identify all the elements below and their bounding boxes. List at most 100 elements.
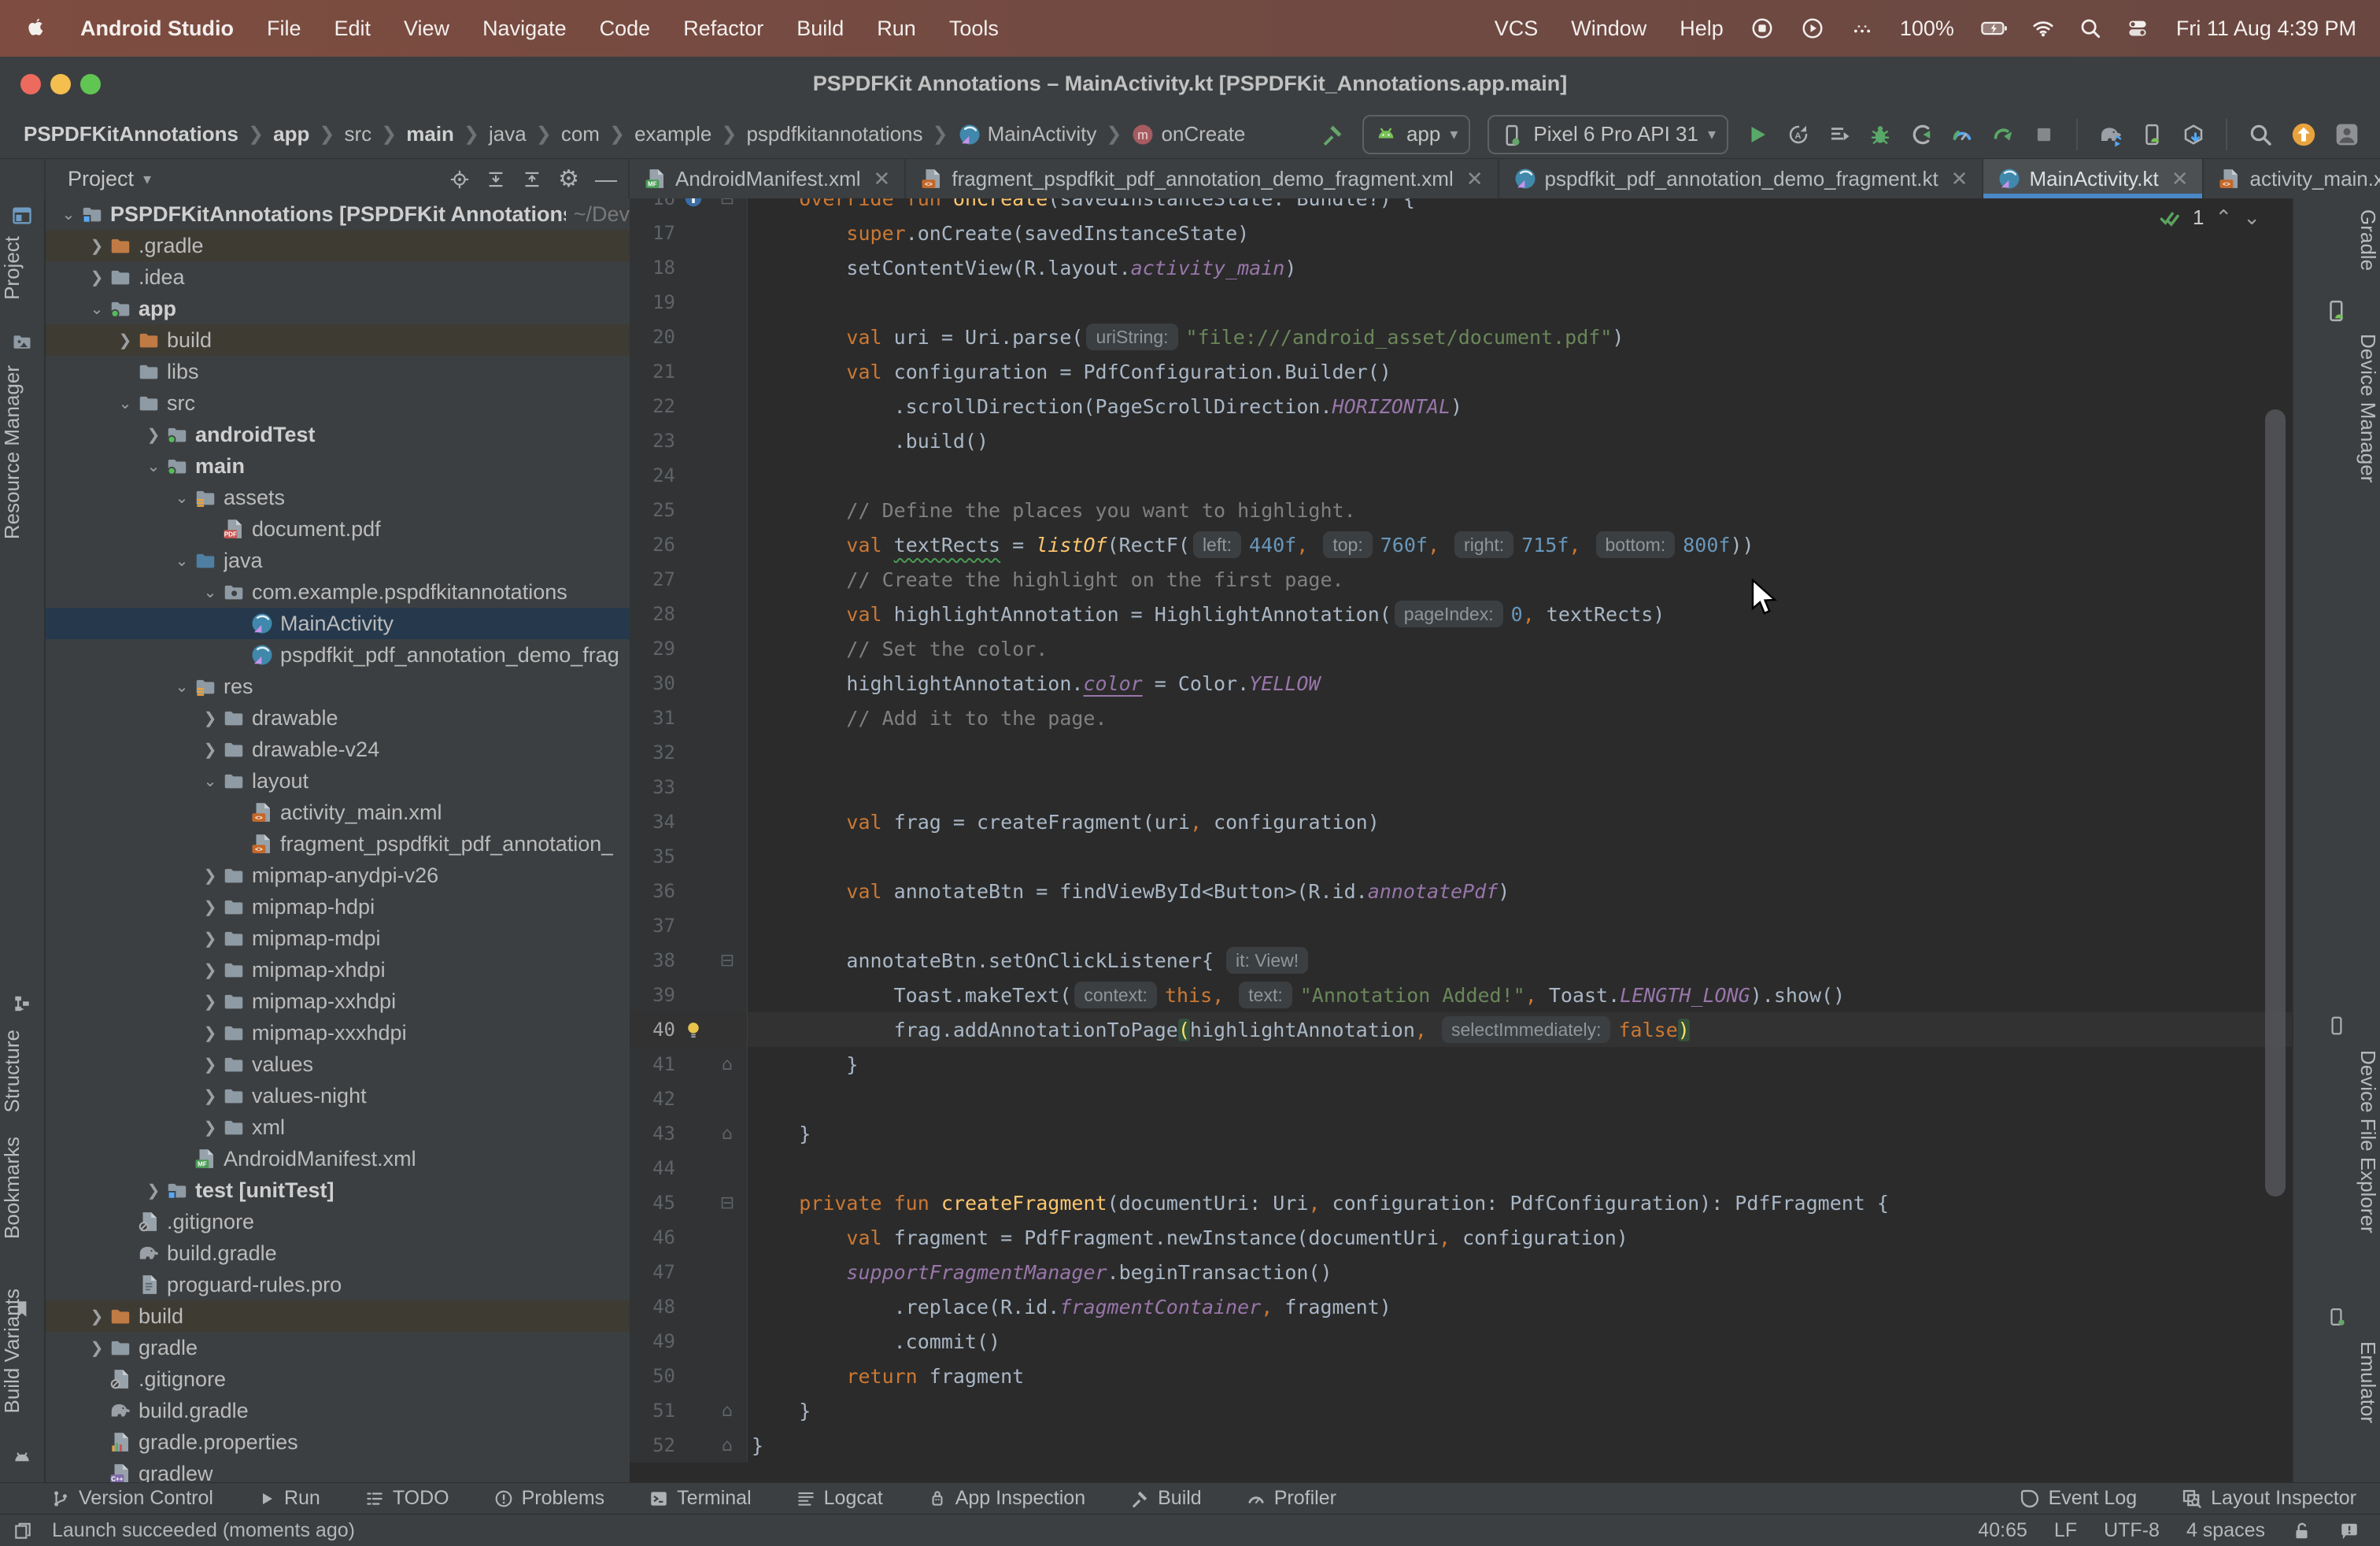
code-line-29[interactable]: 29 // Set the color. bbox=[630, 631, 2292, 666]
gutter-marker[interactable] bbox=[675, 1019, 711, 1040]
tree-item-res[interactable]: ⌄res bbox=[46, 671, 630, 702]
tree-collapsed-arrow[interactable]: ❯ bbox=[85, 1307, 109, 1326]
code-line-27[interactable]: 27 // Create the highlight on the first … bbox=[630, 562, 2292, 597]
toolbar-run-play-button[interactable] bbox=[1746, 123, 1769, 146]
tree-item-mainactivity[interactable]: MainActivity bbox=[46, 608, 630, 639]
editor-gutter[interactable]: 27 bbox=[630, 562, 748, 597]
tree-item-java[interactable]: ⌄java bbox=[46, 545, 630, 576]
editor-gutter[interactable]: 16⊟ bbox=[630, 198, 748, 216]
chevron-down-icon[interactable]: ▾ bbox=[143, 169, 151, 189]
stripe-emulator[interactable] bbox=[2293, 1307, 2380, 1327]
editor-gutter[interactable]: 32 bbox=[630, 735, 748, 770]
editor-gutter[interactable]: 46 bbox=[630, 1220, 748, 1255]
toolbar-stop-button[interactable] bbox=[2032, 123, 2056, 146]
tree-collapsed-arrow[interactable]: ❯ bbox=[198, 740, 222, 760]
tool-window-button-problems[interactable]: Problems bbox=[493, 1487, 605, 1510]
editor-gutter[interactable]: 41⌂ bbox=[630, 1047, 748, 1082]
editor-gutter[interactable]: 22 bbox=[630, 389, 748, 423]
fold-marker[interactable]: ⌂ bbox=[711, 1055, 743, 1074]
close-icon[interactable]: ✕ bbox=[874, 167, 891, 191]
stripe-structure[interactable] bbox=[0, 993, 44, 1014]
editor-gutter[interactable]: 29 bbox=[630, 631, 748, 666]
tree-collapsed-arrow[interactable]: ❯ bbox=[85, 236, 109, 256]
tree-item-.gitignore[interactable]: .gitignore bbox=[46, 1363, 630, 1395]
toolbar-avatar-button[interactable] bbox=[2334, 122, 2360, 147]
editor-gutter[interactable]: 26 bbox=[630, 527, 748, 562]
prev-problem-button[interactable]: ⌃ bbox=[2215, 205, 2232, 230]
editor-gutter[interactable]: 18 bbox=[630, 250, 748, 285]
tree-collapsed-arrow[interactable]: ❯ bbox=[198, 1023, 222, 1043]
toolbar-profiler-gauge-button[interactable] bbox=[1950, 123, 1974, 146]
tree-item-pspdfkit-pdf-annotation-demo-frag[interactable]: pspdfkit_pdf_annotation_demo_frag bbox=[46, 639, 630, 671]
tool-window-button-app-inspection[interactable]: App Inspection bbox=[927, 1487, 1085, 1510]
line-separator[interactable]: LF bbox=[2054, 1519, 2077, 1542]
tool-window-button-version-control[interactable]: Version Control bbox=[50, 1487, 213, 1510]
next-problem-button[interactable]: ⌄ bbox=[2243, 205, 2260, 230]
tree-item-fragment-pspdfkit-pdf-annotation-[interactable]: <>fragment_pspdfkit_pdf_annotation_ bbox=[46, 828, 630, 860]
code-line-31[interactable]: 31 // Add it to the page. bbox=[630, 701, 2292, 735]
close-icon[interactable]: ✕ bbox=[2171, 167, 2189, 191]
tool-window-button-logcat[interactable]: Logcat bbox=[796, 1487, 883, 1510]
tree-item-test-unittest-[interactable]: ❯test [unitTest] bbox=[46, 1174, 630, 1206]
tree-item-values-night[interactable]: ❯values-night bbox=[46, 1080, 630, 1111]
menu-help[interactable]: Help bbox=[1680, 17, 1724, 41]
toolbar-apply-changes-button[interactable] bbox=[1828, 123, 1851, 146]
device-selector[interactable]: Pixel 6 Pro API 31 ▾ bbox=[1488, 115, 1728, 154]
breadcrumb-pspdfkitannotations[interactable]: PSPDFKitAnnotations bbox=[24, 122, 238, 146]
editor-gutter[interactable]: 45⊟ bbox=[630, 1185, 748, 1220]
tree-item-mipmap-xhdpi[interactable]: ❯mipmap-xhdpi bbox=[46, 954, 630, 986]
editor-gutter[interactable]: 20 bbox=[630, 320, 748, 354]
tree-collapsed-arrow[interactable]: ❯ bbox=[113, 331, 137, 350]
tree-collapsed-arrow[interactable]: ❯ bbox=[198, 866, 222, 886]
tree-expanded-arrow[interactable]: ⌄ bbox=[57, 205, 80, 224]
code-line-46[interactable]: 46 val fragment = PdfFragment.newInstanc… bbox=[630, 1220, 2292, 1255]
caret-position[interactable]: 40:65 bbox=[1978, 1519, 2027, 1542]
tree-item-gradlew[interactable]: C++gradlew bbox=[46, 1458, 630, 1482]
code-line-23[interactable]: 23 .build() bbox=[630, 423, 2292, 458]
editor-gutter[interactable]: 24 bbox=[630, 458, 748, 493]
tree-collapsed-arrow[interactable]: ❯ bbox=[85, 1338, 109, 1358]
tool-window-button-gradle[interactable]: Gradle bbox=[2293, 209, 2380, 271]
tree-collapsed-arrow[interactable]: ❯ bbox=[198, 992, 222, 1012]
tree-item-pspdfkitannotations-pspdfkit-annotations-[interactable]: ⌄PSPDFKitAnnotations [PSPDFKit Annotatio… bbox=[46, 198, 630, 230]
tree-collapsed-arrow[interactable]: ❯ bbox=[198, 897, 222, 917]
code-line-19[interactable]: 19 bbox=[630, 285, 2292, 320]
tree-collapsed-arrow[interactable]: ❯ bbox=[142, 425, 165, 445]
tool-window-button-event-log[interactable]: Event Log bbox=[2019, 1487, 2138, 1510]
code-line-21[interactable]: 21 val configuration = PdfConfiguration.… bbox=[630, 354, 2292, 389]
editor-gutter[interactable]: 35 bbox=[630, 839, 748, 874]
tree-collapsed-arrow[interactable]: ❯ bbox=[198, 1086, 222, 1106]
code-line-17[interactable]: 17 super.onCreate(savedInstanceState) bbox=[630, 216, 2292, 250]
breadcrumb-src[interactable]: src bbox=[344, 122, 371, 146]
tree-item-gradle[interactable]: ❯gradle bbox=[46, 1332, 630, 1363]
code-line-30[interactable]: 30 highlightAnnotation.color = Color.YEL… bbox=[630, 666, 2292, 701]
editor-gutter[interactable]: 43⌂ bbox=[630, 1116, 748, 1151]
breadcrumb-main[interactable]: main bbox=[406, 122, 454, 146]
code-line-25[interactable]: 25 // Define the places you want to high… bbox=[630, 493, 2292, 527]
code-line-18[interactable]: 18 setContentView(R.layout.activity_main… bbox=[630, 250, 2292, 285]
editor-gutter[interactable]: 30 bbox=[630, 666, 748, 701]
toolbar-debug-bug-button[interactable] bbox=[1868, 123, 1892, 146]
tree-expanded-arrow[interactable]: ⌄ bbox=[142, 457, 165, 476]
code-line-20[interactable]: 20 val uri = Uri.parse(uriString:"file:/… bbox=[630, 320, 2292, 354]
tree-item-androidmanifest.xml[interactable]: MFAndroidManifest.xml bbox=[46, 1143, 630, 1174]
code-line-51[interactable]: 51⌂ } bbox=[630, 1393, 2292, 1428]
editor-gutter[interactable]: 25 bbox=[630, 493, 748, 527]
file-encoding[interactable]: UTF-8 bbox=[2104, 1519, 2160, 1542]
fold-marker[interactable]: ⊟ bbox=[711, 1193, 743, 1213]
tool-window-button-project[interactable]: Project bbox=[0, 236, 44, 300]
panel-settings-gear-button[interactable]: ⚙ bbox=[558, 167, 579, 191]
menu-bar-clock[interactable]: Fri 11 Aug 4:39 PM bbox=[2176, 17, 2356, 41]
tool-window-button-device-manager[interactable]: Device Manager bbox=[2293, 334, 2380, 483]
tool-window-button-todo[interactable]: TODO bbox=[364, 1487, 449, 1510]
editor-gutter[interactable]: 19 bbox=[630, 285, 748, 320]
stripe-build-variants[interactable] bbox=[0, 1448, 44, 1469]
tool-window-button-resource-manager[interactable]: Resource Manager bbox=[0, 365, 44, 539]
fold-marker[interactable]: ⌂ bbox=[711, 1436, 743, 1455]
code-editor[interactable]: 16⊟ override fun onCreate(savedInstanceS… bbox=[630, 198, 2292, 1482]
tree-item-.gitignore[interactable]: .gitignore bbox=[46, 1206, 630, 1237]
code-line-39[interactable]: 39 Toast.makeText(context:this, text:"An… bbox=[630, 978, 2292, 1012]
tree-item-mipmap-anydpi-v26[interactable]: ❯mipmap-anydpi-v26 bbox=[46, 860, 630, 891]
menu-view[interactable]: View bbox=[404, 17, 449, 41]
breadcrumb-oncreate[interactable]: monCreate bbox=[1131, 122, 1245, 146]
